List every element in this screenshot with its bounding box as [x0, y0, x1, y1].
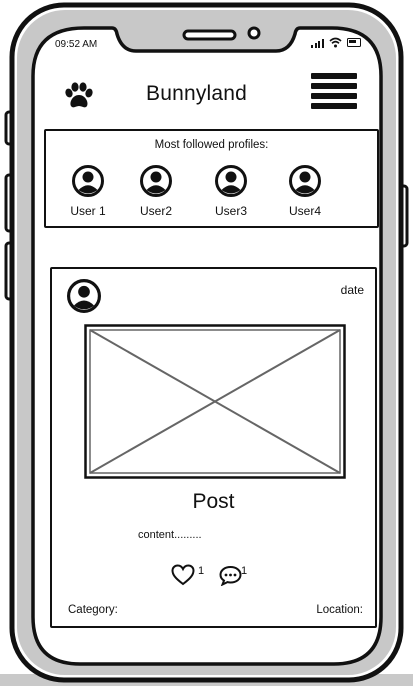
post-card: date Post content......... 1 1 Category:… — [50, 267, 377, 628]
user-avatar-icon — [140, 165, 172, 197]
user-avatar-icon — [72, 165, 104, 197]
post-title: Post — [192, 490, 235, 513]
battery-icon — [346, 38, 361, 47]
comment-count: 1 — [241, 565, 248, 577]
heart-icon[interactable] — [171, 564, 195, 586]
most-followed-heading: Most followed profiles: — [154, 139, 269, 151]
profile-user-2[interactable]: User2 — [126, 165, 186, 218]
wifi-icon — [328, 37, 342, 48]
paw-icon — [65, 82, 93, 108]
profile-user-4[interactable]: User4 — [275, 165, 335, 218]
profile-name: User3 — [214, 204, 247, 218]
user-avatar-icon — [215, 165, 247, 197]
post-date: date — [340, 283, 364, 297]
user-avatar-icon — [289, 165, 321, 197]
status-icons — [311, 37, 361, 48]
app-title: Bunnyland — [146, 82, 248, 105]
status-time: 09:52 AM — [55, 39, 98, 50]
phone-mockup: 09:52 AM Bunnyland Most followed profile… — [0, 0, 413, 686]
hamburger-menu-icon[interactable] — [311, 73, 357, 109]
profile-name: User4 — [288, 204, 321, 218]
image-placeholder-icon[interactable] — [84, 324, 346, 479]
profile-user-1[interactable]: User 1 — [58, 165, 118, 218]
signal-bars-icon — [311, 37, 324, 48]
post-location-label: Location: — [316, 604, 363, 616]
profile-name: User2 — [139, 204, 172, 218]
post-content: content......... — [138, 529, 202, 541]
post-category-label: Category: — [68, 604, 118, 616]
like-count: 1 — [198, 565, 205, 577]
most-followed-panel: Most followed profiles: User 1 User2 Use… — [44, 129, 379, 228]
user-avatar-icon[interactable] — [67, 279, 101, 313]
comment-icon[interactable] — [219, 565, 242, 586]
profile-user-3[interactable]: User3 — [201, 165, 261, 218]
profile-name: User 1 — [70, 204, 106, 218]
